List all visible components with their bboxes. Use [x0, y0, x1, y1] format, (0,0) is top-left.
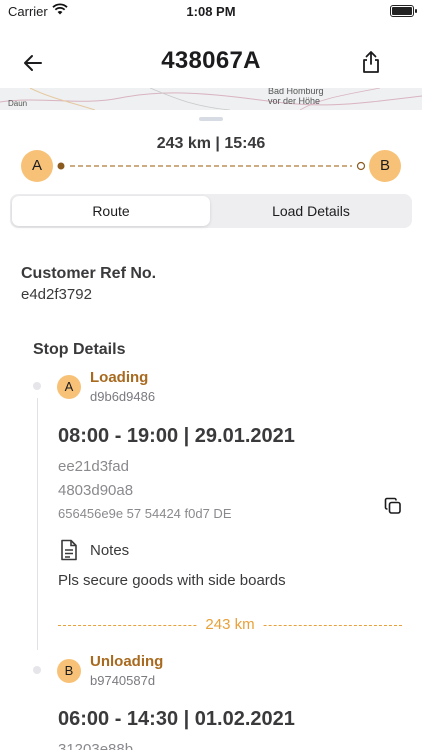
- share-icon[interactable]: [360, 50, 382, 74]
- distance-label: 243 km: [197, 616, 263, 633]
- stop-address-line-1: 31203e88b: [58, 741, 134, 750]
- stop-time-window: 08:00 - 19:00 | 29.01.2021: [58, 425, 295, 447]
- stop-address-line-1: ee21d3fad: [58, 458, 129, 475]
- timeline-line: [37, 398, 38, 650]
- stop-marker-a: A: [57, 375, 81, 399]
- map-place-bad-homburg: Bad Homburg vor der Höhe: [268, 88, 324, 106]
- customer-ref-label: Customer Ref No.: [21, 265, 157, 282]
- stop-code: b9740587d: [90, 673, 156, 688]
- stop-distance: 243 km: [58, 616, 402, 634]
- route-dashed-line: [57, 161, 366, 171]
- page-title: 438067A: [161, 47, 261, 74]
- navigation-bar: 438067A: [0, 38, 422, 88]
- battery-icon: [390, 5, 417, 17]
- segmented-control: Route Load Details: [10, 194, 412, 228]
- notes-icon: [61, 539, 77, 561]
- map-roads: [0, 88, 422, 110]
- stop-type-unloading: Unloading: [90, 653, 164, 670]
- timeline-dot: [33, 382, 41, 390]
- stop-details-heading: Stop Details: [33, 341, 126, 358]
- route-progress: A B: [0, 148, 422, 184]
- timeline-dot: [33, 666, 41, 674]
- clock: 1:08 PM: [186, 4, 236, 19]
- map-place-daun: Daun: [8, 99, 28, 108]
- stop-time-window: 06:00 - 14:30 | 01.02.2021: [58, 708, 295, 730]
- customer-ref-value: e4d2f3792: [21, 286, 92, 303]
- tab-route[interactable]: Route: [12, 196, 210, 226]
- stop-type-loading: Loading: [90, 369, 149, 386]
- notes-label: Notes: [90, 542, 130, 559]
- sheet-drag-handle[interactable]: [199, 117, 223, 121]
- copy-icon[interactable]: [384, 497, 402, 515]
- stop-code: d9b6d9486: [90, 389, 156, 404]
- stop-marker-b: B: [57, 659, 81, 683]
- tab-load-details[interactable]: Load Details: [212, 196, 410, 226]
- status-bar: Carrier 1:08 PM: [0, 0, 422, 22]
- notes-text: Pls secure goods with side boards: [58, 572, 286, 589]
- stop-address-line-3: 656456e9e 57 54424 f0d7 DE: [58, 506, 232, 521]
- route-end-marker: B: [369, 150, 401, 182]
- map-view[interactable]: Daun Bad Homburg vor der Höhe: [0, 88, 422, 110]
- stop-address-line-2: 4803d90a8: [58, 482, 134, 499]
